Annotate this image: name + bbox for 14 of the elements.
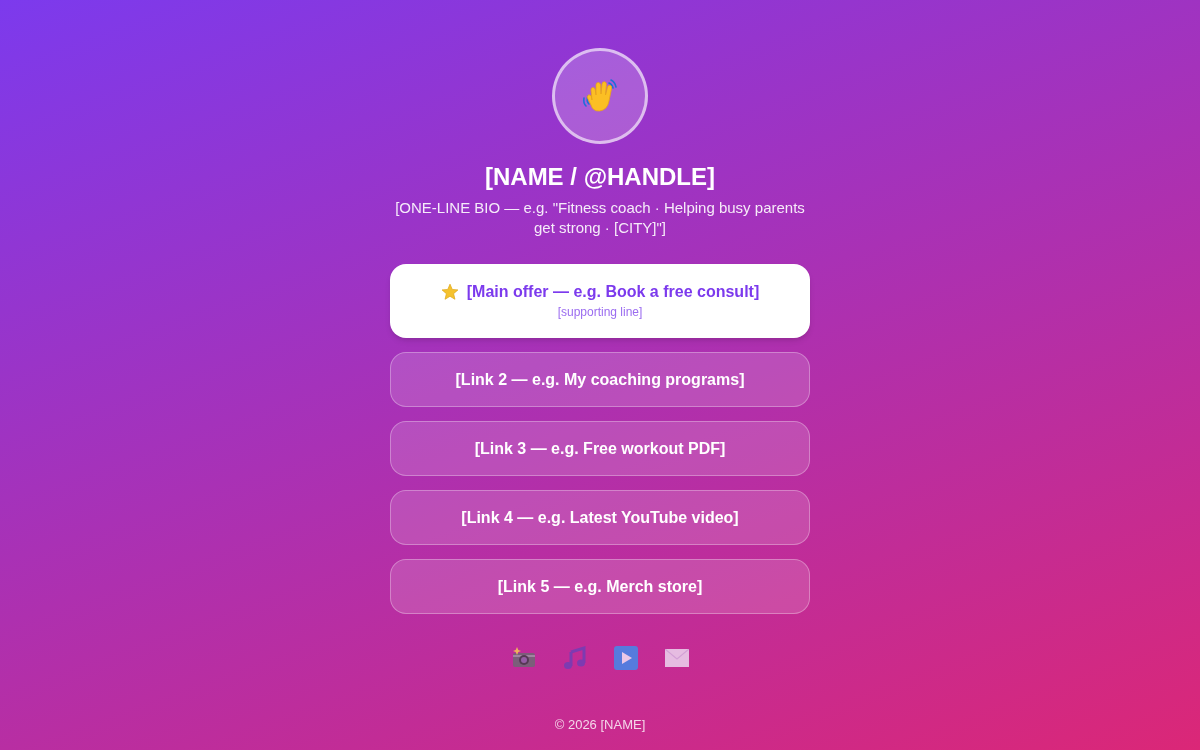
envelope-icon[interactable]: [664, 649, 689, 667]
profile-bio: [ONE-LINE BIO — e.g. "Fitness coach · Helping busy parents get strong · [CITY]"]: [394, 198, 806, 238]
link-button[interactable]: [Link 3 — e.g. Free workout PDF]: [390, 421, 810, 476]
star-icon: [440, 283, 459, 301]
camera-icon[interactable]: [511, 646, 536, 670]
featured-link-card[interactable]: [Main offer — e.g. Book a free consult] [supporting line]: [390, 264, 810, 338]
play-button-icon[interactable]: [613, 646, 638, 670]
link-title: [Main offer — e.g. Book a free consult]: [466, 282, 760, 302]
link-subtitle: [supporting line]: [557, 304, 643, 320]
link-button[interactable]: [Link 5 — e.g. Merch store]: [390, 559, 810, 614]
footer-copyright: © 2026 [NAME]: [554, 717, 646, 733]
link-button[interactable]: [Link 2 — e.g. My coaching programs]: [390, 352, 810, 407]
profile-name: [NAME / @HANDLE]: [484, 162, 716, 192]
link-button[interactable]: [Link 4 — e.g. Latest YouTube video]: [390, 490, 810, 545]
